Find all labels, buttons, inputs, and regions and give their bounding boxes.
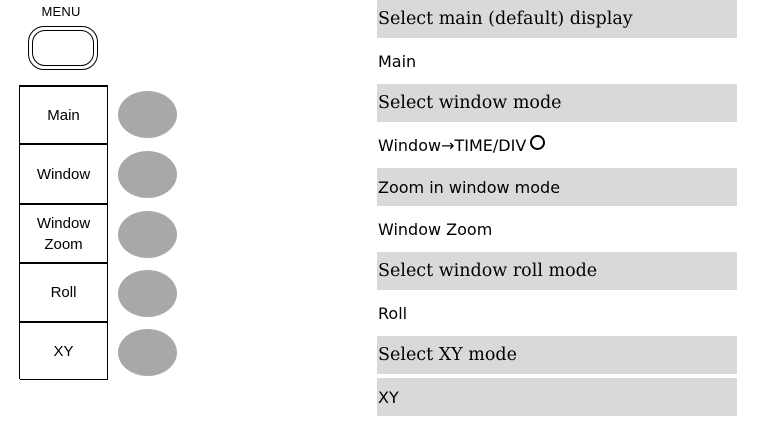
softkey-label-main: Main: [20, 86, 108, 144]
key-roll-text: Roll: [378, 303, 408, 323]
description-roll: Select window roll mode: [377, 252, 737, 290]
softkey-window-zoom-line1: Window: [36, 214, 91, 232]
key-window-text: Window→TIME/DIV: [378, 135, 527, 155]
softkey-label-window: Window: [20, 144, 108, 204]
softkey-window-text: Window: [36, 165, 91, 183]
description-main-text: Select main (default) display: [378, 9, 633, 29]
menu-label: MENU: [41, 4, 81, 19]
variable-knob-icon: [530, 134, 546, 150]
softkey-window-zoom-line2: Zoom: [44, 235, 83, 253]
bezel-button-window-zoom[interactable]: [118, 211, 177, 258]
bezel-button-roll[interactable]: [118, 270, 177, 317]
key-main: Main: [377, 42, 737, 80]
description-window: Select window mode: [377, 84, 737, 122]
bezel-button-window[interactable]: [118, 151, 177, 198]
description-roll-text: Select window roll mode: [378, 261, 598, 281]
menu-button-face: [32, 30, 94, 66]
softkey-label-roll: Roll: [20, 263, 108, 322]
description-window-zoom: Zoom in window mode: [377, 168, 737, 206]
description-window-zoom-text: Zoom in window mode: [378, 177, 561, 197]
softkey-main-text: Main: [47, 106, 80, 124]
key-window: Window→TIME/DIV: [377, 126, 737, 164]
description-main: Select main (default) display: [377, 0, 737, 38]
softkey-roll-text: Roll: [50, 284, 77, 301]
bezel-button-main[interactable]: [118, 91, 177, 138]
key-window-zoom-text: Window Zoom: [378, 219, 493, 239]
description-xy-text: Select XY mode: [378, 345, 517, 365]
key-roll: Roll: [377, 294, 737, 332]
key-xy: XY: [377, 378, 737, 416]
description-xy: Select XY mode: [377, 336, 737, 374]
key-window-zoom: Window Zoom: [377, 210, 737, 248]
softkey-label-xy: XY: [20, 322, 108, 380]
key-xy-text: XY: [378, 387, 399, 407]
bezel-button-xy[interactable]: [118, 329, 177, 376]
menu-button[interactable]: [28, 26, 98, 70]
key-main-text: Main: [378, 51, 417, 71]
description-window-text: Select window mode: [378, 93, 562, 113]
softkey-label-window-zoom: Window Zoom: [20, 204, 108, 263]
softkey-xy-text: XY: [53, 342, 74, 360]
softkey-panel: Main Window Window Zoom Roll XY: [19, 85, 108, 380]
